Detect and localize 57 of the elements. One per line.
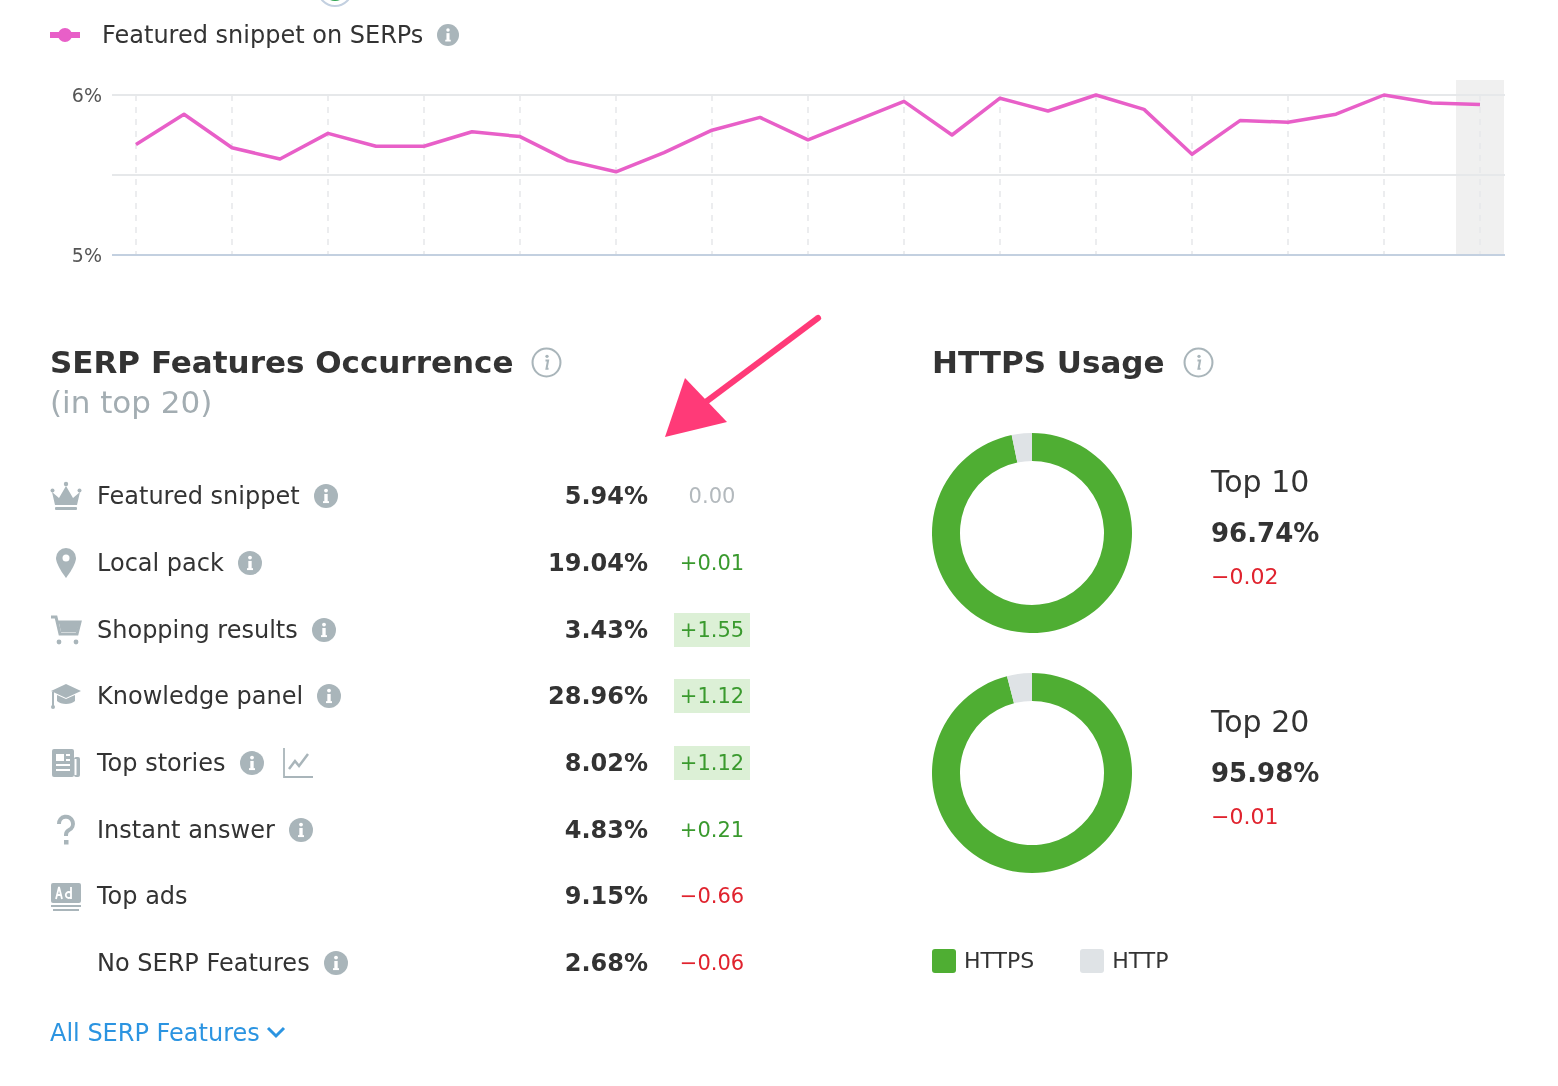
chevron-down-icon [265, 1025, 286, 1040]
change-value: +1.12 [674, 679, 750, 714]
http-slice [1011, 433, 1032, 463]
section-title: HTTPS Usage [932, 343, 1165, 382]
feature-percentage: 28.96% [547, 682, 648, 711]
change-value: +0.01 [678, 550, 746, 578]
axis-tick-label: 6% [71, 84, 102, 106]
legend-label: HTTPS [964, 947, 1035, 975]
cart-icon [50, 613, 82, 646]
change-value: +1.12 [674, 746, 750, 781]
info-icon[interactable] [237, 551, 262, 576]
donut-label: Top 10 [1211, 463, 1311, 501]
feature-label: Top stories [97, 749, 226, 778]
info-icon[interactable] [1182, 346, 1214, 378]
section-subtitle: (in top 20) [50, 383, 214, 422]
info-icon[interactable] [437, 24, 460, 46]
axis-tick-label: 5% [71, 244, 102, 266]
feature-label: Local pack [97, 549, 224, 578]
change-value: −0.01 [1211, 803, 1280, 831]
feature-percentage: 3.43% [563, 615, 648, 644]
change-value: +1.55 [674, 612, 750, 647]
info-icon[interactable] [313, 484, 338, 509]
feature-label: Knowledge panel [97, 682, 304, 711]
all-serp-features-link[interactable]: All SERP Features [50, 1014, 286, 1051]
ad-icon [50, 880, 82, 913]
crown-icon [50, 480, 82, 513]
http-slice [1007, 673, 1032, 704]
change-value: +0.21 [678, 816, 746, 844]
feature-label: No SERP Features [97, 949, 310, 978]
info-icon[interactable] [323, 951, 348, 976]
feature-label: Shopping results [97, 615, 298, 644]
legend-label: Featured snippet on SERPs [102, 21, 424, 49]
newspaper-icon [50, 747, 82, 780]
info-icon[interactable] [288, 817, 313, 842]
change-value: 0.00 [687, 483, 737, 511]
feature-percentage: 9.15% [563, 882, 648, 911]
change-value: −0.02 [1211, 563, 1280, 591]
feature-label: Featured snippet [97, 482, 300, 511]
change-value: −0.06 [678, 950, 746, 978]
section-title: SERP Features Occurrence [50, 343, 514, 382]
feature-label: Instant answer [97, 815, 275, 844]
https-percentage: 95.98% [1211, 757, 1320, 790]
info-icon[interactable] [317, 684, 342, 709]
info-icon[interactable] [239, 751, 264, 776]
feature-percentage: 4.83% [563, 815, 648, 844]
feature-percentage: 8.02% [563, 749, 648, 778]
legend-label: HTTP [1112, 947, 1169, 975]
feature-percentage: 5.94% [563, 482, 648, 511]
change-value: −0.66 [678, 883, 746, 911]
line-chart-icon[interactable] [281, 747, 314, 780]
donut-label: Top 20 [1211, 703, 1311, 741]
info-icon[interactable] [531, 346, 563, 378]
feature-label: Top ads [97, 882, 188, 911]
feature-percentage: 19.04% [547, 549, 648, 578]
https-percentage: 96.74% [1211, 517, 1320, 550]
info-icon[interactable] [311, 617, 336, 642]
feature-percentage: 2.68% [563, 949, 648, 978]
